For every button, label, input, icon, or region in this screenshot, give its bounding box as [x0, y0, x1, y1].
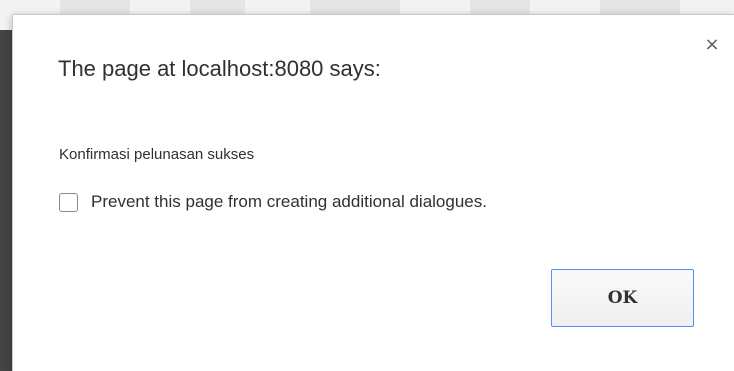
dialog-title: The page at localhost:8080 says: [58, 56, 381, 81]
prevent-dialogs-checkbox[interactable] [59, 192, 78, 212]
prevent-dialogs-label[interactable]: Prevent this page from creating addition… [91, 192, 487, 212]
prevent-dialogs-option[interactable]: Prevent this page from creating addition… [59, 190, 487, 214]
alert-dialog: The page at localhost:8080 says: × Konfi… [12, 14, 734, 371]
background-edge [0, 30, 12, 371]
dialog-message: Konfirmasi pelunasan sukses [59, 146, 255, 163]
close-icon[interactable]: × [702, 35, 722, 55]
ok-button[interactable]: OK [551, 269, 694, 327]
